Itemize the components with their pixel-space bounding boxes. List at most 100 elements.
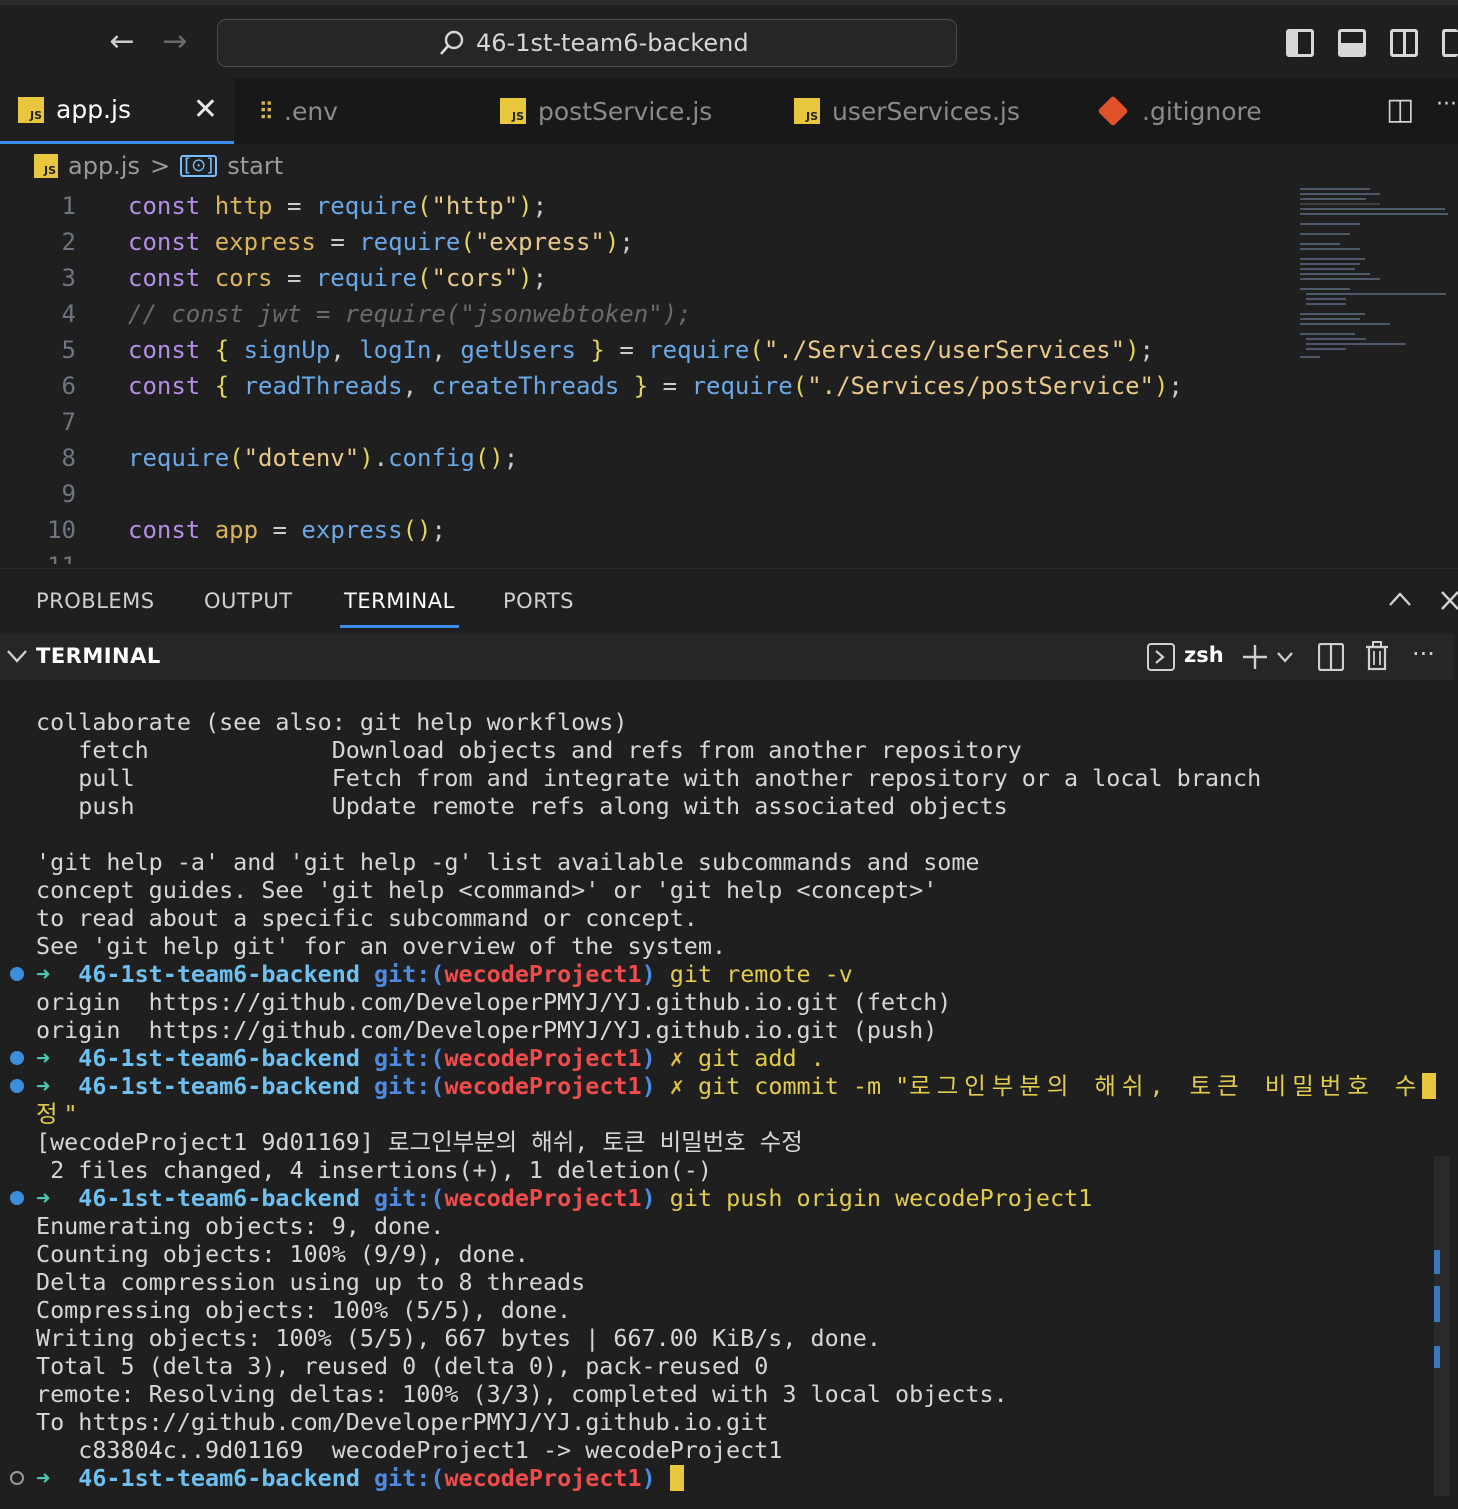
chevron-down-icon[interactable]	[6, 648, 28, 664]
terminal-title: TERMINAL	[36, 644, 161, 668]
terminal-line: remote: Resolving deltas: 100% (3/3), co…	[36, 1380, 1008, 1408]
code-line: 7	[61, 408, 76, 436]
search-icon	[440, 30, 464, 55]
trash-icon[interactable]	[1365, 641, 1389, 671]
code-editor[interactable]: 1 const http = require("http"); 2 const ex…	[0, 188, 1458, 564]
code-line: 1 const http = require("http");	[61, 192, 548, 220]
js-file-icon: JS	[794, 98, 820, 124]
terminal-line: collaborate (see also: git help workflow…	[36, 708, 628, 736]
chevron-right-icon: >	[149, 152, 171, 180]
terminal-header: TERMINAL zsh ···	[0, 634, 1454, 680]
toggle-panel-icon[interactable]	[1338, 29, 1366, 57]
symbol-variable-icon: [⊙]	[180, 155, 218, 177]
command-status-dot[interactable]	[10, 1471, 24, 1485]
more-actions-icon[interactable]: ···	[1412, 640, 1435, 668]
command-status-dot[interactable]	[10, 1079, 24, 1093]
terminal-line: 2 files changed, 4 insertions(+), 1 dele…	[36, 1156, 712, 1184]
terminal-line: 'git help -a' and 'git help -g' list ava…	[36, 848, 980, 876]
code-line: 2 const express = require("express");	[61, 228, 634, 256]
split-editor-icon[interactable]: ◫	[1386, 92, 1414, 127]
maximize-panel-icon[interactable]	[1388, 591, 1412, 607]
terminal-prompt-line: ➜ 46-1st-team6-backend git:(wecodeProjec…	[36, 1072, 1437, 1100]
terminal-line: origin https://github.com/DeveloperPMYJ/…	[36, 1016, 938, 1044]
terminal-line: [wecodeProject1 9d01169] 로그인부분의 해쉬, 토큰 비…	[36, 1128, 803, 1156]
code-line: 3 const cors = require("cors");	[61, 264, 548, 292]
terminal-line: Delta compression using up to 8 threads	[36, 1268, 586, 1296]
code-line: 10 const app = express();	[47, 516, 446, 544]
terminal-prompt-line: ➜ 46-1st-team6-backend git:(wecodeProjec…	[36, 1464, 684, 1492]
terminal-line: c83804c..9d01169 wecodeProject1 -> wecod…	[36, 1436, 783, 1464]
terminal-line: 정"	[36, 1100, 84, 1128]
close-panel-icon[interactable]	[1440, 589, 1458, 611]
command-status-dot[interactable]	[10, 967, 24, 981]
tab-label: .env	[284, 96, 338, 126]
terminal-line: pull Fetch from and integrate with anoth…	[36, 764, 1262, 792]
tab-ports[interactable]: PORTS	[503, 589, 574, 613]
text-cursor	[669, 1465, 684, 1491]
terminal-line: To https://github.com/DeveloperPMYJ/YJ.g…	[36, 1408, 769, 1436]
tab-user-services[interactable]: JS userServices.js	[776, 78, 1076, 144]
terminal-line: Counting objects: 100% (9/9), done.	[36, 1240, 529, 1268]
tab-terminal[interactable]: TERMINAL	[344, 589, 455, 613]
terminal-prompt-line: ➜ 46-1st-team6-backend git:(wecodeProjec…	[36, 960, 853, 988]
breadcrumb: JS app.js > [⊙] start	[0, 144, 1458, 188]
git-icon	[1097, 95, 1129, 127]
terminal-output[interactable]: collaborate (see also: git help workflow…	[0, 680, 1458, 1509]
tab-env[interactable]: ⫶⫶ .env	[242, 78, 462, 144]
tab-app-js[interactable]: JS app.js ✕	[0, 78, 234, 144]
forward-arrow-icon[interactable]: →	[158, 25, 192, 59]
terminal-prompt-line: ➜ 46-1st-team6-backend git:(wecodeProjec…	[36, 1044, 825, 1072]
terminal-line: Enumerating objects: 9, done.	[36, 1212, 445, 1240]
tab-label: postService.js	[538, 96, 713, 126]
minimap[interactable]	[1298, 188, 1448, 358]
toggle-secondary-sidebar-icon[interactable]	[1390, 29, 1418, 57]
scrollbar-marker	[1434, 1346, 1440, 1368]
breadcrumb-symbol[interactable]: start	[227, 152, 283, 180]
js-file-icon: JS	[18, 96, 44, 123]
terminal-line: concept guides. See 'git help <command>'…	[36, 876, 938, 904]
customize-layout-icon[interactable]	[1442, 29, 1458, 57]
terminal-line: fetch Download objects and refs from ano…	[36, 736, 1022, 764]
tab-output[interactable]: OUTPUT	[204, 589, 293, 613]
command-center-search[interactable]: 46-1st-team6-backend	[217, 19, 957, 67]
terminal-prompt-line: ➜ 46-1st-team6-backend git:(wecodeProjec…	[36, 1184, 1093, 1212]
scrollbar-marker	[1434, 1250, 1440, 1274]
tab-label: userServices.js	[832, 96, 1020, 126]
panel-tab-bar: PROBLEMS OUTPUT TERMINAL PORTS	[0, 568, 1458, 632]
back-arrow-icon[interactable]: ←	[105, 25, 139, 59]
tab-post-service[interactable]: JS postService.js	[482, 78, 772, 144]
breadcrumb-file[interactable]: app.js	[68, 152, 140, 180]
tab-label: app.js	[56, 95, 131, 124]
js-file-icon: JS	[500, 98, 526, 124]
terminal-scrollbar[interactable]	[1434, 1156, 1450, 1496]
code-line: 4// const jwt = require("jsonwebtoken");	[61, 300, 692, 328]
terminal-line: Writing objects: 100% (5/5), 667 bytes |…	[36, 1324, 881, 1352]
tab-label: .gitignore	[1142, 96, 1262, 126]
js-file-icon: JS	[34, 154, 58, 178]
shell-name[interactable]: zsh	[1184, 643, 1224, 667]
code-line: 8 require("dotenv").config();	[61, 444, 519, 472]
terminal-line: Total 5 (delta 3), reused 0 (delta 0), p…	[36, 1352, 769, 1380]
plus-icon[interactable]	[1242, 644, 1268, 670]
title-bar: ← → 46-1st-team6-backend	[0, 0, 1458, 78]
split-terminal-icon[interactable]	[1318, 643, 1344, 671]
toggle-sidebar-icon[interactable]	[1286, 29, 1314, 57]
chevron-down-icon[interactable]	[1276, 651, 1294, 663]
settings-file-icon: ⫶⫶	[260, 97, 272, 125]
terminal-icon	[1147, 643, 1175, 671]
more-actions-icon[interactable]: ···	[1436, 92, 1457, 117]
workspace-title: 46-1st-team6-backend	[476, 29, 749, 57]
tab-gitignore[interactable]: .gitignore	[1084, 78, 1334, 144]
terminal-line: Compressing objects: 100% (5/5), done.	[36, 1296, 572, 1324]
active-tab-indicator	[340, 625, 459, 628]
terminal-line: See 'git help git' for an overview of th…	[36, 932, 727, 960]
command-status-dot[interactable]	[10, 1191, 24, 1205]
code-line: 11	[0, 548, 1290, 564]
command-status-dot[interactable]	[10, 1051, 24, 1065]
close-icon[interactable]: ✕	[193, 93, 218, 127]
terminal-line: origin https://github.com/DeveloperPMYJ/…	[36, 988, 952, 1016]
code-line: 6 const { readThreads, createThreads } = …	[61, 372, 1183, 400]
code-line: 5 const { signUp, logIn, getUsers } = req…	[61, 336, 1154, 364]
text-cursor	[1422, 1073, 1437, 1099]
tab-problems[interactable]: PROBLEMS	[36, 589, 155, 613]
